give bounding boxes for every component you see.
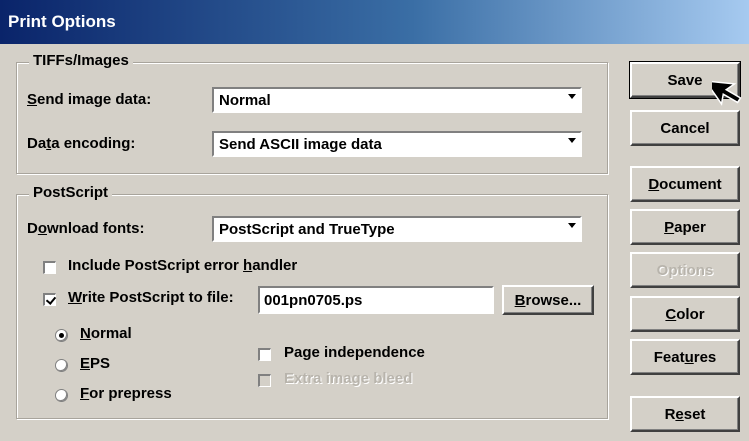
radio-prepress-label[interactable]: For prepress <box>80 385 172 402</box>
window-title: Print Options <box>8 12 116 31</box>
page-independence-label[interactable]: Page independence <box>284 344 425 361</box>
page-independence-checkbox[interactable] <box>258 348 271 361</box>
extra-image-bleed-checkbox <box>258 374 271 387</box>
document-button[interactable]: Document <box>630 166 740 202</box>
file-name-value: 001pn0705.ps <box>264 292 363 309</box>
download-fonts-dropdown[interactable]: PostScript and TrueType <box>212 216 582 242</box>
radio-normal-label[interactable]: Normal <box>80 325 132 342</box>
download-fonts-value: PostScript and TrueType <box>219 221 395 238</box>
data-encoding-value: Send ASCII image data <box>219 136 382 153</box>
radio-eps-label[interactable]: EPS <box>80 355 110 372</box>
chevron-down-icon[interactable] <box>568 94 576 99</box>
reset-button[interactable]: Reset <box>630 396 740 432</box>
write-to-file-checkbox[interactable] <box>43 293 56 306</box>
radio-eps[interactable] <box>55 359 68 372</box>
tiffs-images-group: TIFFs/Images <box>16 52 608 174</box>
browse-button[interactable]: Browse... <box>502 285 594 315</box>
data-encoding-dropdown[interactable]: Send ASCII image data <box>212 131 582 157</box>
include-error-handler-label[interactable]: Include PostScript error handler <box>68 257 297 274</box>
arrow-cursor-icon <box>712 80 742 106</box>
options-button: Options <box>630 252 740 288</box>
features-button[interactable]: Features <box>630 339 740 375</box>
chevron-down-icon[interactable] <box>568 223 576 228</box>
include-error-handler-checkbox[interactable] <box>43 261 56 274</box>
chevron-down-icon[interactable] <box>568 138 576 143</box>
color-button[interactable]: Color <box>630 296 740 332</box>
send-image-value: Normal <box>219 92 271 109</box>
write-to-file-label[interactable]: Write PostScript to file: <box>68 289 234 306</box>
paper-button[interactable]: Paper <box>630 209 740 245</box>
tiffs-group-title: TIFFs/Images <box>29 52 133 69</box>
data-encoding-label: Data encoding: <box>27 135 136 152</box>
title-bar: Print Options <box>0 0 749 44</box>
postscript-group-title: PostScript <box>29 184 113 201</box>
send-image-label: Send image data: <box>27 91 152 108</box>
extra-image-bleed-label: Extra image bleed <box>284 370 413 387</box>
radio-normal[interactable] <box>55 329 68 342</box>
download-fonts-label: Download fonts: <box>27 220 145 237</box>
send-image-dropdown[interactable]: Normal <box>212 87 582 113</box>
radio-prepress[interactable] <box>55 389 68 402</box>
file-name-input[interactable]: 001pn0705.ps <box>258 286 494 314</box>
